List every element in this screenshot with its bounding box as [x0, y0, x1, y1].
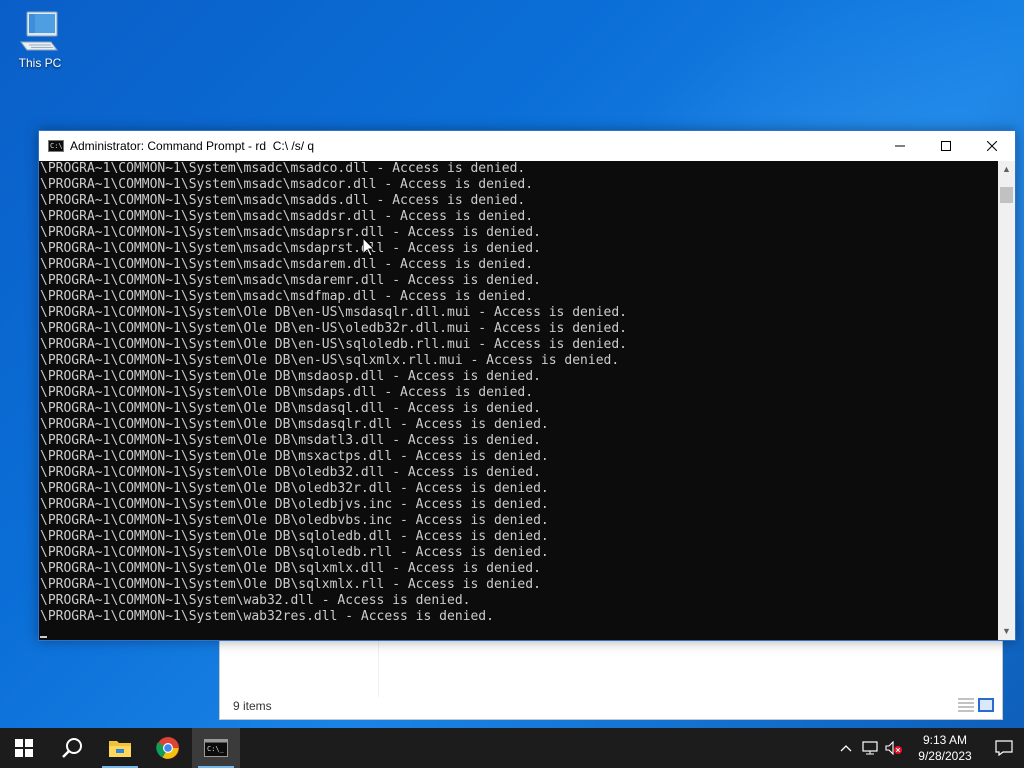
minimize-icon — [895, 145, 905, 147]
file-explorer-icon — [109, 741, 131, 757]
console-line: \PROGRA~1\COMMON~1\System\msadc\msadds.d… — [40, 193, 526, 208]
console-line: \PROGRA~1\COMMON~1\System\msadc\msaddsr.… — [40, 209, 534, 224]
console-line: \PROGRA~1\COMMON~1\System\Ole DB\msdaosp… — [40, 369, 541, 384]
window-title: Administrator: Command Prompt - rd C:\ /… — [70, 139, 315, 153]
details-view-icon[interactable] — [958, 698, 974, 712]
desktop-icon-label: This PC — [18, 56, 62, 70]
console-line: \PROGRA~1\COMMON~1\System\Ole DB\oledbjv… — [40, 497, 549, 512]
console-line: \PROGRA~1\COMMON~1\System\Ole DB\msxactp… — [40, 449, 549, 464]
large-icons-view-icon[interactable] — [978, 698, 994, 712]
console-line: \PROGRA~1\COMMON~1\System\Ole DB\en-US\o… — [40, 321, 627, 336]
command-prompt-window[interactable]: C:\ Administrator: Command Prompt - rd C… — [38, 130, 1016, 641]
explorer-status-bar: 9 items — [220, 693, 1002, 719]
console-line: \PROGRA~1\COMMON~1\System\Ole DB\oledb32… — [40, 465, 541, 480]
taskbar-file-explorer[interactable] — [96, 728, 144, 768]
maximize-icon — [941, 141, 951, 151]
close-button[interactable] — [969, 131, 1015, 161]
mouse-pointer-icon — [363, 238, 375, 257]
chevron-up-icon — [840, 745, 852, 752]
taskbar-chrome[interactable] — [144, 728, 192, 768]
console-line: \PROGRA~1\COMMON~1\System\msadc\msadcor.… — [40, 177, 534, 192]
volume-muted-icon — [885, 741, 902, 755]
cmd-titlebar[interactable]: C:\ Administrator: Command Prompt - rd C… — [39, 131, 1015, 161]
console-line: \PROGRA~1\COMMON~1\System\Ole DB\oledbvb… — [40, 513, 549, 528]
console-line: \PROGRA~1\COMMON~1\System\Ole DB\msdatl3… — [40, 433, 541, 448]
search-button[interactable] — [48, 728, 96, 768]
console-line: \PROGRA~1\COMMON~1\System\Ole DB\en-US\s… — [40, 337, 627, 352]
console-line: \PROGRA~1\COMMON~1\System\wab32res.dll -… — [40, 609, 494, 624]
command-prompt-icon: C:\_ — [204, 739, 228, 757]
minimize-button[interactable] — [877, 131, 923, 161]
console-line: \PROGRA~1\COMMON~1\System\Ole DB\oledb32… — [40, 481, 549, 496]
navigation-pane-divider — [378, 641, 379, 697]
console-line: \PROGRA~1\COMMON~1\System\msadc\msdaprsr… — [40, 225, 541, 240]
system-tray: 9:13 AM 9/28/2023 — [834, 728, 1024, 768]
scroll-up-arrow-icon[interactable]: ▲ — [998, 161, 1015, 178]
command-prompt-icon: C:\ — [48, 140, 64, 152]
clock-time: 9:13 AM — [922, 733, 968, 747]
item-count-label: 9 items — [233, 699, 272, 713]
console-line: \PROGRA~1\COMMON~1\System\Ole DB\sqloled… — [40, 545, 549, 560]
console-scrollbar[interactable]: ▲ ▼ — [998, 161, 1015, 640]
desktop-icon-this-pc[interactable]: This PC — [12, 8, 68, 70]
console-line: \PROGRA~1\COMMON~1\System\msadc\msadco.d… — [40, 161, 526, 176]
network-button[interactable] — [858, 728, 882, 768]
console-line: \PROGRA~1\COMMON~1\System\msadc\msdarem.… — [40, 257, 534, 272]
console-line: \PROGRA~1\COMMON~1\System\Ole DB\msdasql… — [40, 401, 541, 416]
clock-date: 9/28/2023 — [918, 749, 972, 763]
notification-icon — [995, 740, 1013, 756]
file-explorer-window[interactable]: 9 items — [219, 640, 1003, 720]
scroll-thumb[interactable] — [1000, 187, 1013, 203]
start-icon — [15, 739, 33, 757]
console-line: \PROGRA~1\COMMON~1\System\Ole DB\en-US\m… — [40, 305, 627, 320]
show-hidden-icons-button[interactable] — [834, 728, 858, 768]
action-center-button[interactable] — [984, 728, 1024, 768]
window-controls — [877, 131, 1015, 161]
close-icon — [987, 141, 997, 151]
chrome-icon — [156, 737, 179, 759]
start-button[interactable] — [0, 728, 48, 768]
scroll-down-arrow-icon[interactable]: ▼ — [998, 623, 1015, 640]
console-line: \PROGRA~1\COMMON~1\System\Ole DB\sqloled… — [40, 529, 549, 544]
console-cursor — [40, 636, 47, 638]
console-line: \PROGRA~1\COMMON~1\System\Ole DB\en-US\s… — [40, 353, 620, 368]
console-line: \PROGRA~1\COMMON~1\System\msadc\msdaremr… — [40, 273, 541, 288]
search-icon — [62, 738, 82, 758]
taskbar-command-prompt[interactable]: C:\_ — [192, 728, 240, 768]
console-line: \PROGRA~1\COMMON~1\System\msadc\msdfmap.… — [40, 289, 534, 304]
svg-text:C:\_: C:\_ — [207, 745, 225, 753]
clock[interactable]: 9:13 AM 9/28/2023 — [910, 732, 980, 764]
console-line: \PROGRA~1\COMMON~1\System\msadc\msdaprst… — [40, 241, 541, 256]
maximize-button[interactable] — [923, 131, 969, 161]
view-toggle-group — [958, 698, 994, 712]
console-line: \PROGRA~1\COMMON~1\System\Ole DB\sqlxmlx… — [40, 577, 541, 592]
console-output[interactable]: \PROGRA~1\COMMON~1\System\msadc\msadco.d… — [39, 161, 999, 640]
console-line: \PROGRA~1\COMMON~1\System\Ole DB\sqlxmlx… — [40, 561, 541, 576]
console-line: \PROGRA~1\COMMON~1\System\wab32.dll - Ac… — [40, 593, 471, 608]
volume-button[interactable] — [882, 728, 906, 768]
computer-icon — [20, 11, 58, 51]
network-icon — [862, 741, 878, 755]
console-line: \PROGRA~1\COMMON~1\System\Ole DB\msdaps.… — [40, 385, 534, 400]
console-line: \PROGRA~1\COMMON~1\System\Ole DB\msdasql… — [40, 417, 549, 432]
taskbar: C:\_ 9:13 AM 9/28/2023 — [0, 728, 1024, 768]
